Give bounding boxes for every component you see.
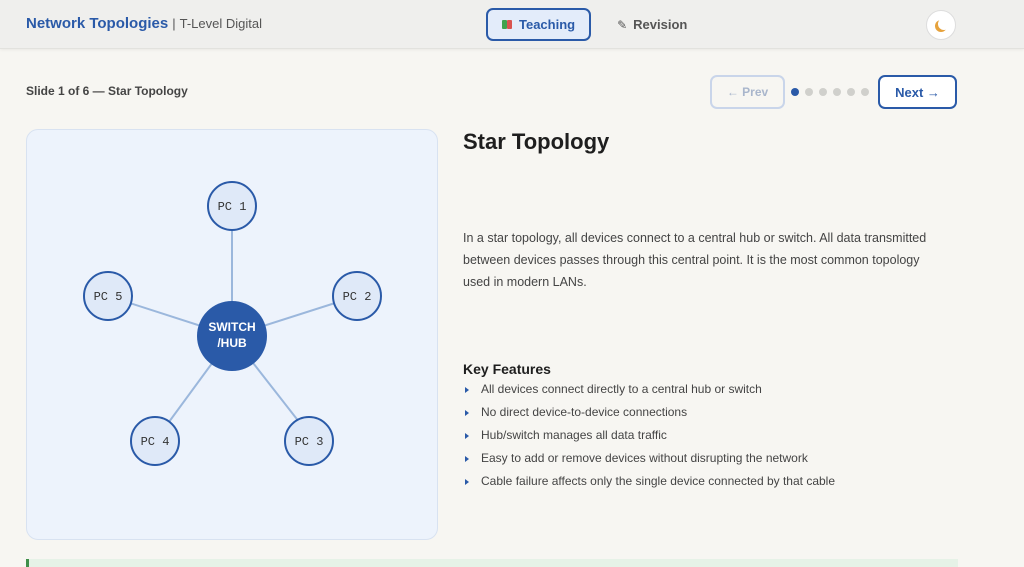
tab-revision-label: Revision [633,17,688,32]
book-icon [502,19,513,30]
node-pc4[interactable]: PC 4 [130,416,180,466]
feature-text: Easy to add or remove devices without di… [481,451,808,465]
slide-dot[interactable] [791,88,799,96]
list-item: No direct device-to-device connections [463,401,835,424]
tab-teaching[interactable]: Teaching [486,8,592,41]
list-item: All devices connect directly to a centra… [463,378,835,401]
triangle-bullet-icon [465,409,469,416]
triangle-bullet-icon [465,478,469,485]
star-topology-diagram: PC 1 PC 2 PC 3 PC 4 PC 5 SWITCH /HUB [83,181,382,466]
node-pc2[interactable]: PC 2 [332,271,382,321]
slide-dots [791,88,869,96]
tab-teaching-label: Teaching [519,17,576,32]
node-pc4-label: PC 4 [141,435,170,449]
info-banner [26,559,958,567]
slide-dot[interactable] [805,88,813,96]
brand: Network Topologies | T-Level Digital [26,15,262,32]
slide-indicator: Slide 1 of 6 — Star Topology [26,84,188,98]
node-pc1[interactable]: PC 1 [207,181,257,231]
node-pc1-label: PC 1 [218,200,247,214]
list-item: Hub/switch manages all data traffic [463,424,835,447]
slide-dot[interactable] [861,88,869,96]
list-item: Easy to add or remove devices without di… [463,447,835,470]
triangle-bullet-icon [465,386,469,393]
list-item: Cable failure affects only the single de… [463,470,835,493]
hub-label-line1: SWITCH [208,320,255,334]
feature-text: All devices connect directly to a centra… [481,382,762,396]
triangle-bullet-icon [465,432,469,439]
app-header: Network Topologies | T-Level Digital Tea… [0,0,1024,49]
feature-text: No direct device-to-device connections [481,405,688,419]
slide-description: In a star topology, all devices connect … [463,231,927,289]
tab-revision[interactable]: ✎ Revision [601,8,703,41]
app-subtitle: T-Level Digital [179,16,262,31]
node-pc3[interactable]: PC 3 [284,416,334,466]
node-pc5-label: PC 5 [94,290,123,304]
feature-text: Cable failure affects only the single de… [481,474,835,488]
next-button[interactable]: Next → [878,75,957,109]
slide-title: Star Topology [463,129,610,154]
slide-dot[interactable] [847,88,855,96]
features-list: All devices connect directly to a centra… [463,378,835,493]
features-heading: Key Features [463,361,551,377]
feature-text: Hub/switch manages all data traffic [481,428,667,442]
slide-dot[interactable] [833,88,841,96]
app-title: Network Topologies [26,15,169,32]
pencil-icon: ✎ [617,17,628,32]
node-pc3-label: PC 3 [295,435,324,449]
slide-dot[interactable] [819,88,827,96]
hub-label-line2: /HUB [217,336,247,350]
topology-diagram-panel: PC 1 PC 2 PC 3 PC 4 PC 5 SWITCH /HUB [26,129,438,540]
prev-button[interactable]: ← Prev [710,75,785,109]
title-separator: | [172,16,176,31]
hub-node[interactable]: SWITCH /HUB [197,301,267,371]
theme-toggle-button[interactable] [926,10,956,40]
triangle-bullet-icon [465,455,469,462]
moon-icon [938,18,950,30]
node-pc2-label: PC 2 [343,290,372,304]
mode-tabs: Teaching ✎ Revision [486,8,703,41]
node-pc5[interactable]: PC 5 [83,271,133,321]
